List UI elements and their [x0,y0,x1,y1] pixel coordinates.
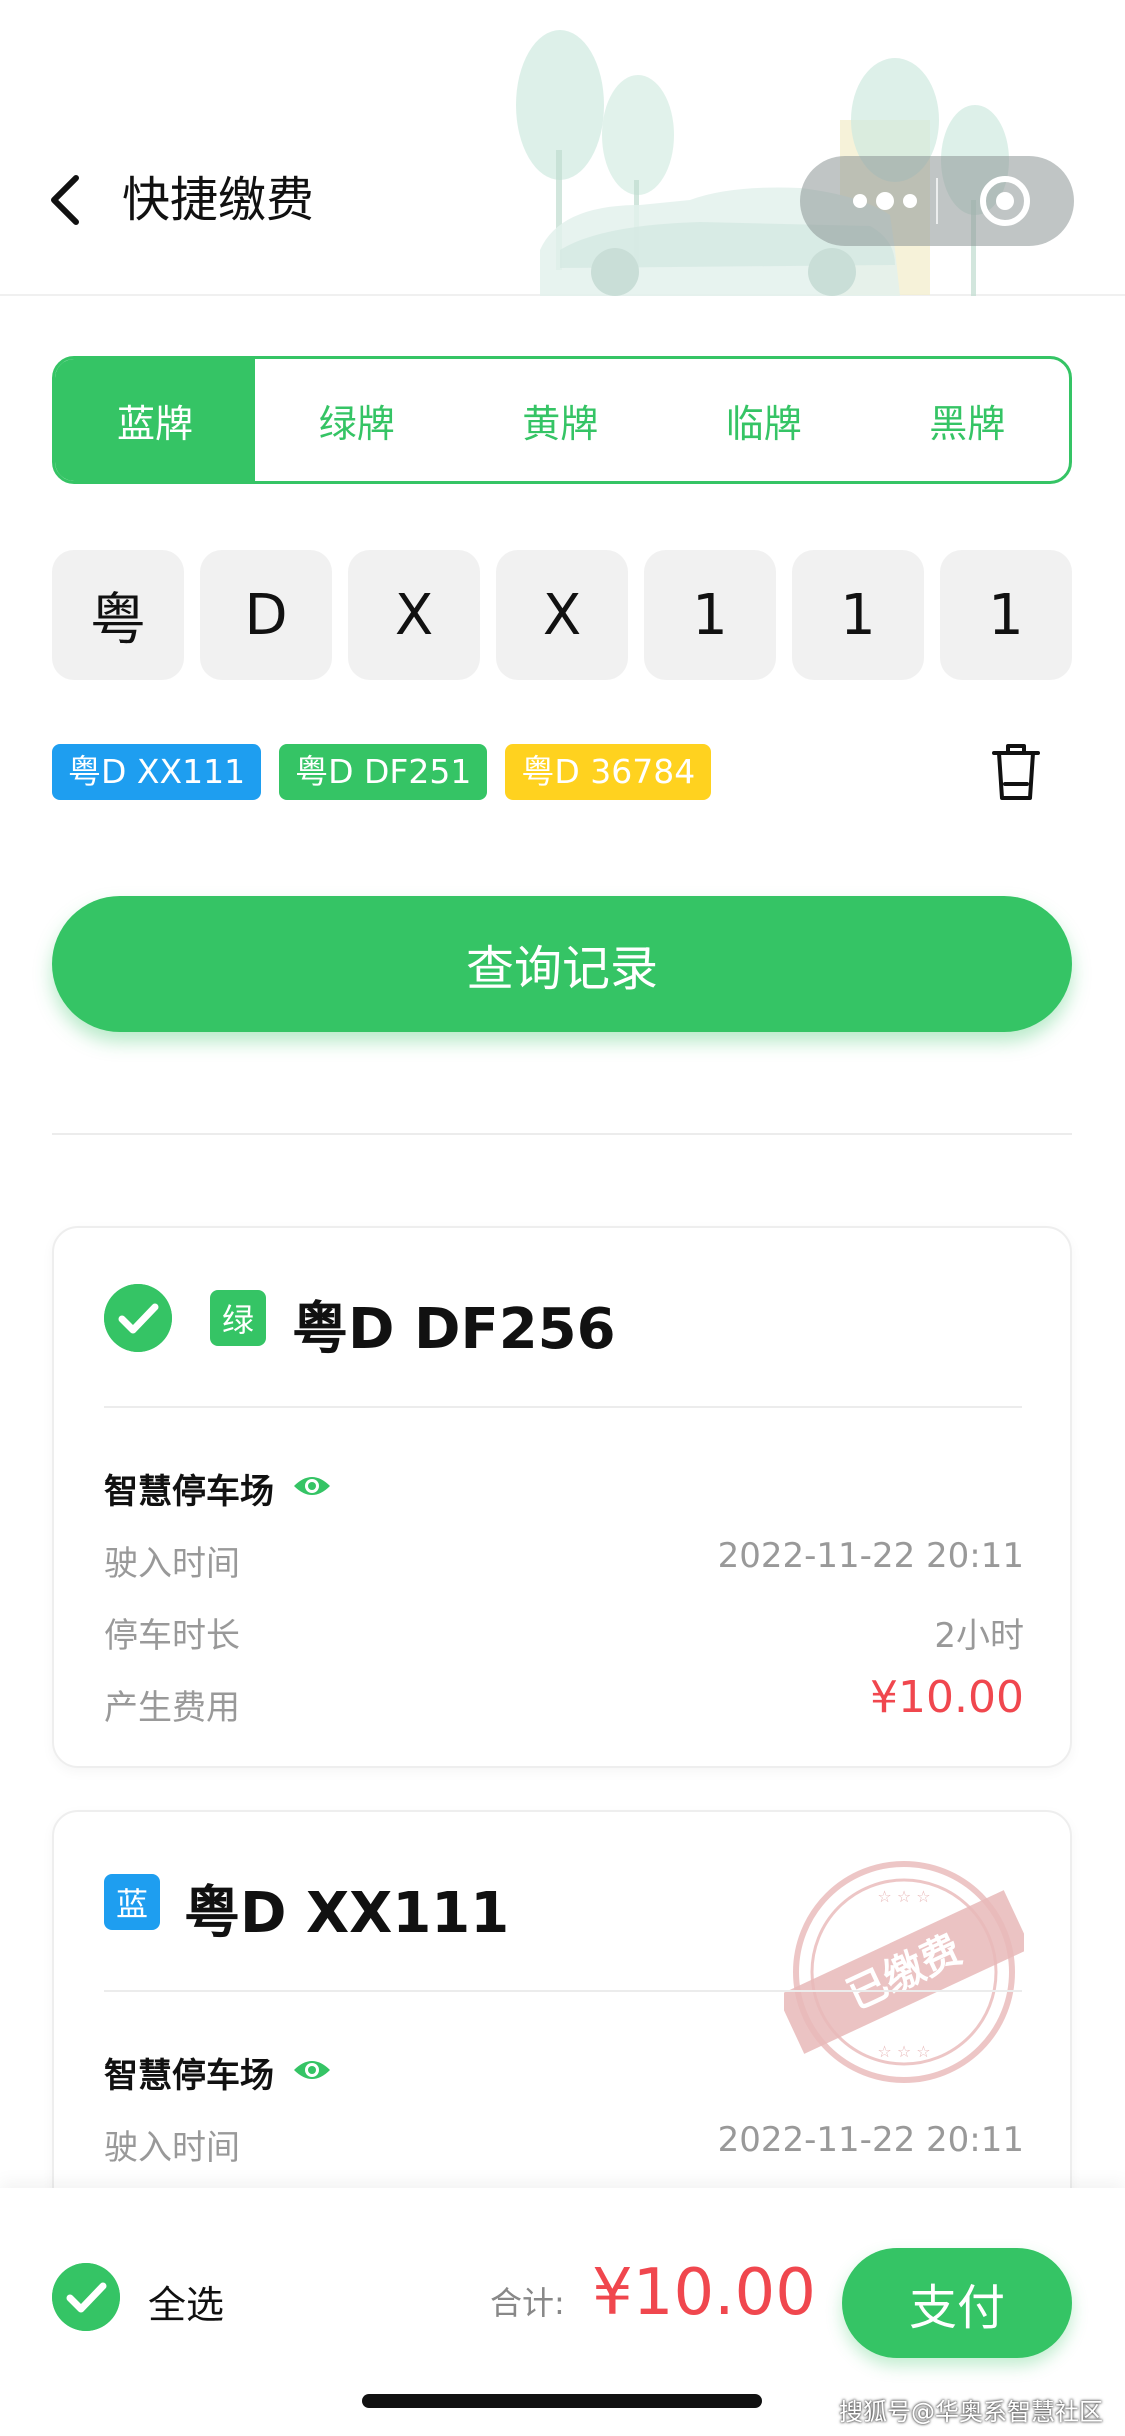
plate-type-tabs: 蓝牌 绿牌 黄牌 临牌 黑牌 [52,356,1072,484]
query-records-button[interactable]: 查询记录 [52,896,1072,1032]
plate-char-box[interactable]: 1 [644,550,776,680]
plate-number-input: 粤 D X X 1 1 1 [52,550,1072,680]
eye-icon[interactable] [292,1472,332,1500]
svg-text:☆ ☆ ☆: ☆ ☆ ☆ [877,2042,930,2061]
watermark: 搜狐号@华奥系智慧社区 [839,2398,1103,2426]
plate-char-box[interactable]: X [348,550,480,680]
entry-time-label: 驶入时间 [104,1544,240,1584]
page-title: 快捷缴费 [122,172,315,228]
home-indicator [362,2394,762,2408]
plate-number: 粤D DF256 [292,1297,616,1362]
history-chip[interactable]: 粤D XX111 [52,744,262,800]
fee-label: 产生费用 [104,1688,240,1728]
tab-black-plate[interactable]: 黑牌 [866,359,1070,481]
history-chip[interactable]: 粤D DF251 [279,744,488,800]
fee-value: ¥10.00 [870,1672,1024,1723]
check-circle-icon[interactable] [104,1284,172,1352]
entry-time-value: 2022-11-22 20:11 [717,1536,1024,1576]
duration-value: 2小时 [934,1616,1024,1656]
select-all-label[interactable]: 全选 [148,2274,224,2329]
pay-button[interactable]: 支付 [842,2248,1072,2358]
tab-yellow-plate[interactable]: 黄牌 [459,359,663,481]
plate-type-badge: 蓝 [104,1874,160,1930]
total-label: 合计: [490,2284,565,2322]
entry-time-value: 2022-11-22 20:11 [717,2120,1024,2160]
capsule-divider [936,178,938,224]
plate-char-box[interactable]: 粤 [52,550,184,680]
select-all-check-icon[interactable] [52,2263,120,2331]
tab-green-plate[interactable]: 绿牌 [255,359,459,481]
plate-char-box[interactable]: X [496,550,628,680]
plate-char-box[interactable]: 1 [792,550,924,680]
parking-record-card: 绿 粤D DF256 智慧停车场 驶入时间 2022-11-22 20:11 停… [52,1226,1072,1768]
plate-char-box[interactable]: D [200,550,332,680]
close-target-icon[interactable] [960,156,1050,246]
tab-temporary-plate[interactable]: 临牌 [662,359,866,481]
total-amount: ¥10.00 [592,2256,816,2330]
eye-icon[interactable] [292,2056,332,2084]
history-chip[interactable]: 粤D 36784 [505,744,712,800]
card-divider [104,1990,1022,1992]
section-divider [52,1133,1072,1135]
nav-header: 快捷缴费 [0,0,1125,296]
entry-time-label: 驶入时间 [104,2128,240,2168]
parking-lot-name: 智慧停车场 [104,2056,274,2096]
more-dots-icon[interactable] [840,156,930,246]
paid-stamp: ☆ ☆ ☆ ☆ ☆ ☆ 已缴费 [784,1861,1024,2083]
duration-label: 停车时长 [104,1616,240,1656]
card-divider [104,1406,1022,1408]
svg-text:☆ ☆ ☆: ☆ ☆ ☆ [877,1887,930,1906]
plate-number: 粤D XX111 [184,1881,510,1946]
parking-illustration [516,30,1009,296]
parking-lot-name: 智慧停车场 [104,1472,274,1512]
back-arrow-icon[interactable] [44,170,88,230]
plate-type-badge: 绿 [210,1290,266,1346]
plate-char-box[interactable]: 1 [940,550,1072,680]
trash-icon[interactable] [990,740,1042,802]
mini-program-capsule [800,156,1074,246]
plate-history: 粤D XX111 粤D DF251 粤D 36784 [52,744,712,800]
tab-blue-plate[interactable]: 蓝牌 [55,359,255,481]
